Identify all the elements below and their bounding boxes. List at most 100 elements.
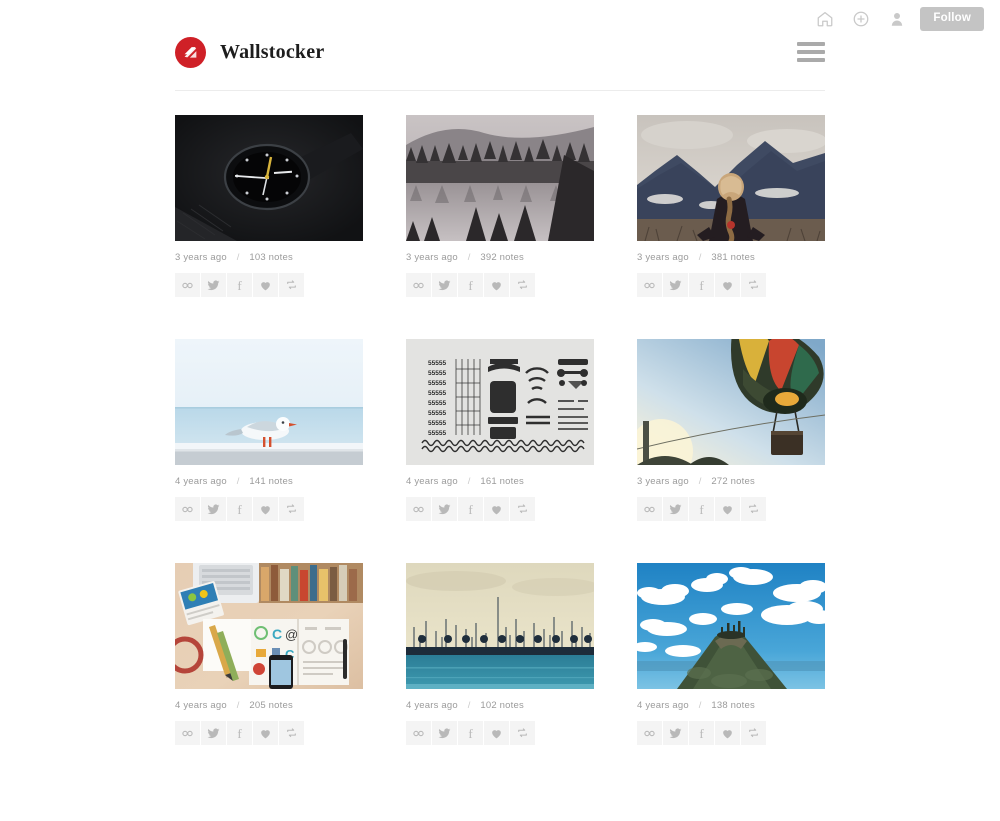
reblog-icon[interactable] bbox=[510, 273, 535, 297]
user-icon[interactable] bbox=[884, 6, 910, 32]
reblog-icon[interactable] bbox=[510, 721, 535, 745]
svg-text:55555: 55555 bbox=[428, 360, 446, 367]
post-age: 4 years ago bbox=[406, 476, 458, 487]
heart-icon[interactable] bbox=[715, 497, 740, 521]
post-age: 4 years ago bbox=[175, 476, 227, 487]
post-actions: f bbox=[175, 721, 363, 745]
twitter-icon[interactable] bbox=[432, 497, 457, 521]
meta-separator: / bbox=[467, 700, 471, 711]
post-item: 4 years ago / 141 notes f bbox=[175, 339, 363, 521]
twitter-icon[interactable] bbox=[663, 273, 688, 297]
twitter-icon[interactable] bbox=[432, 721, 457, 745]
permalink-icon[interactable] bbox=[175, 497, 200, 521]
post-thumbnail-rocky-peak-blue-sky-clouds[interactable] bbox=[637, 563, 825, 689]
facebook-icon[interactable]: f bbox=[458, 273, 483, 297]
post-age: 3 years ago bbox=[406, 252, 458, 263]
permalink-icon[interactable] bbox=[175, 721, 200, 745]
post-meta: 4 years ago / 102 notes bbox=[406, 700, 594, 711]
heart-icon[interactable] bbox=[484, 273, 509, 297]
meta-separator: / bbox=[698, 476, 702, 487]
heart-icon[interactable] bbox=[484, 497, 509, 521]
post-actions: f bbox=[637, 497, 825, 521]
post-age: 3 years ago bbox=[175, 252, 227, 263]
hamburger-menu-icon[interactable] bbox=[797, 42, 825, 62]
heart-icon[interactable] bbox=[715, 273, 740, 297]
post-grid: 3 years ago / 103 notes f 3 years ago / … bbox=[175, 115, 825, 745]
post-item: 3 years ago / 381 notes f bbox=[637, 115, 825, 297]
wallstocker-logo-icon bbox=[175, 36, 206, 68]
post-thumbnail-flatlay-black-shapes-grid[interactable]: 55555 55555 55555 55555 55555 55555 55555 555… bbox=[406, 339, 594, 465]
permalink-icon[interactable] bbox=[406, 721, 431, 745]
post-item: 4 years ago / 102 notes f bbox=[406, 563, 594, 745]
post-notes: 272 notes bbox=[711, 476, 755, 487]
twitter-icon[interactable] bbox=[663, 497, 688, 521]
heart-icon[interactable] bbox=[253, 497, 278, 521]
post-actions: f bbox=[406, 497, 594, 521]
permalink-icon[interactable] bbox=[637, 721, 662, 745]
reblog-icon[interactable] bbox=[741, 721, 766, 745]
heart-icon[interactable] bbox=[253, 721, 278, 745]
permalink-icon[interactable] bbox=[406, 497, 431, 521]
svg-text:55555: 55555 bbox=[428, 400, 446, 407]
facebook-icon[interactable]: f bbox=[689, 497, 714, 521]
post-age: 4 years ago bbox=[175, 700, 227, 711]
heart-icon[interactable] bbox=[253, 273, 278, 297]
twitter-icon[interactable] bbox=[201, 497, 226, 521]
post-thumbnail-hot-air-balloon-sunset[interactable] bbox=[637, 339, 825, 465]
post-notes: 138 notes bbox=[711, 700, 755, 711]
post-notes: 381 notes bbox=[711, 252, 755, 263]
meta-separator: / bbox=[467, 252, 471, 263]
post-meta: 3 years ago / 103 notes bbox=[175, 252, 363, 263]
post-thumbnail-person-braid-mountains[interactable] bbox=[637, 115, 825, 241]
meta-separator: / bbox=[236, 476, 240, 487]
permalink-icon[interactable] bbox=[637, 497, 662, 521]
facebook-icon[interactable]: f bbox=[689, 721, 714, 745]
permalink-icon[interactable] bbox=[175, 273, 200, 297]
twitter-icon[interactable] bbox=[432, 273, 457, 297]
facebook-icon[interactable]: f bbox=[458, 497, 483, 521]
svg-text:55555: 55555 bbox=[428, 390, 446, 397]
meta-separator: / bbox=[698, 700, 702, 711]
facebook-icon[interactable]: f bbox=[458, 721, 483, 745]
post-thumbnail-desk-flatlay-laptop-books[interactable]: C @ C bbox=[175, 563, 363, 689]
facebook-icon[interactable]: f bbox=[227, 273, 252, 297]
post-age: 3 years ago bbox=[637, 252, 689, 263]
reblog-icon[interactable] bbox=[741, 273, 766, 297]
post-thumbnail-watch-on-dark-surface[interactable] bbox=[175, 115, 363, 241]
svg-text:55555: 55555 bbox=[428, 420, 446, 427]
post-meta: 4 years ago / 205 notes bbox=[175, 700, 363, 711]
follow-button[interactable]: Follow bbox=[920, 6, 984, 32]
meta-separator: / bbox=[236, 700, 240, 711]
reblog-icon[interactable] bbox=[279, 273, 304, 297]
permalink-icon[interactable] bbox=[406, 273, 431, 297]
post-actions: f bbox=[637, 721, 825, 745]
post-thumbnail-misty-lake-forest[interactable] bbox=[406, 115, 594, 241]
post-thumbnail-seagull-on-railing-sea[interactable] bbox=[175, 339, 363, 465]
reblog-icon[interactable] bbox=[510, 497, 535, 521]
reblog-icon[interactable] bbox=[279, 721, 304, 745]
facebook-icon[interactable]: f bbox=[227, 721, 252, 745]
reblog-icon[interactable] bbox=[741, 497, 766, 521]
post-item: 3 years ago / 392 notes f bbox=[406, 115, 594, 297]
post-item: 3 years ago / 272 notes f bbox=[637, 339, 825, 521]
twitter-icon[interactable] bbox=[663, 721, 688, 745]
facebook-icon[interactable]: f bbox=[227, 497, 252, 521]
post-thumbnail-harbor-sailboat-masts[interactable] bbox=[406, 563, 594, 689]
post-meta: 4 years ago / 161 notes bbox=[406, 476, 594, 487]
site-title: Wallstocker bbox=[220, 40, 325, 63]
post-item: 55555 55555 55555 55555 55555 55555 55555 555… bbox=[406, 339, 594, 521]
permalink-icon[interactable] bbox=[637, 273, 662, 297]
header-divider bbox=[175, 90, 825, 91]
plus-circle-icon[interactable] bbox=[848, 6, 874, 32]
reblog-icon[interactable] bbox=[279, 497, 304, 521]
post-meta: 3 years ago / 381 notes bbox=[637, 252, 825, 263]
facebook-icon[interactable]: f bbox=[689, 273, 714, 297]
heart-icon[interactable] bbox=[715, 721, 740, 745]
post-actions: f bbox=[406, 721, 594, 745]
twitter-icon[interactable] bbox=[201, 273, 226, 297]
heart-icon[interactable] bbox=[484, 721, 509, 745]
post-actions: f bbox=[175, 273, 363, 297]
twitter-icon[interactable] bbox=[201, 721, 226, 745]
post-actions: f bbox=[406, 273, 594, 297]
brand[interactable]: Wallstocker bbox=[175, 36, 325, 68]
